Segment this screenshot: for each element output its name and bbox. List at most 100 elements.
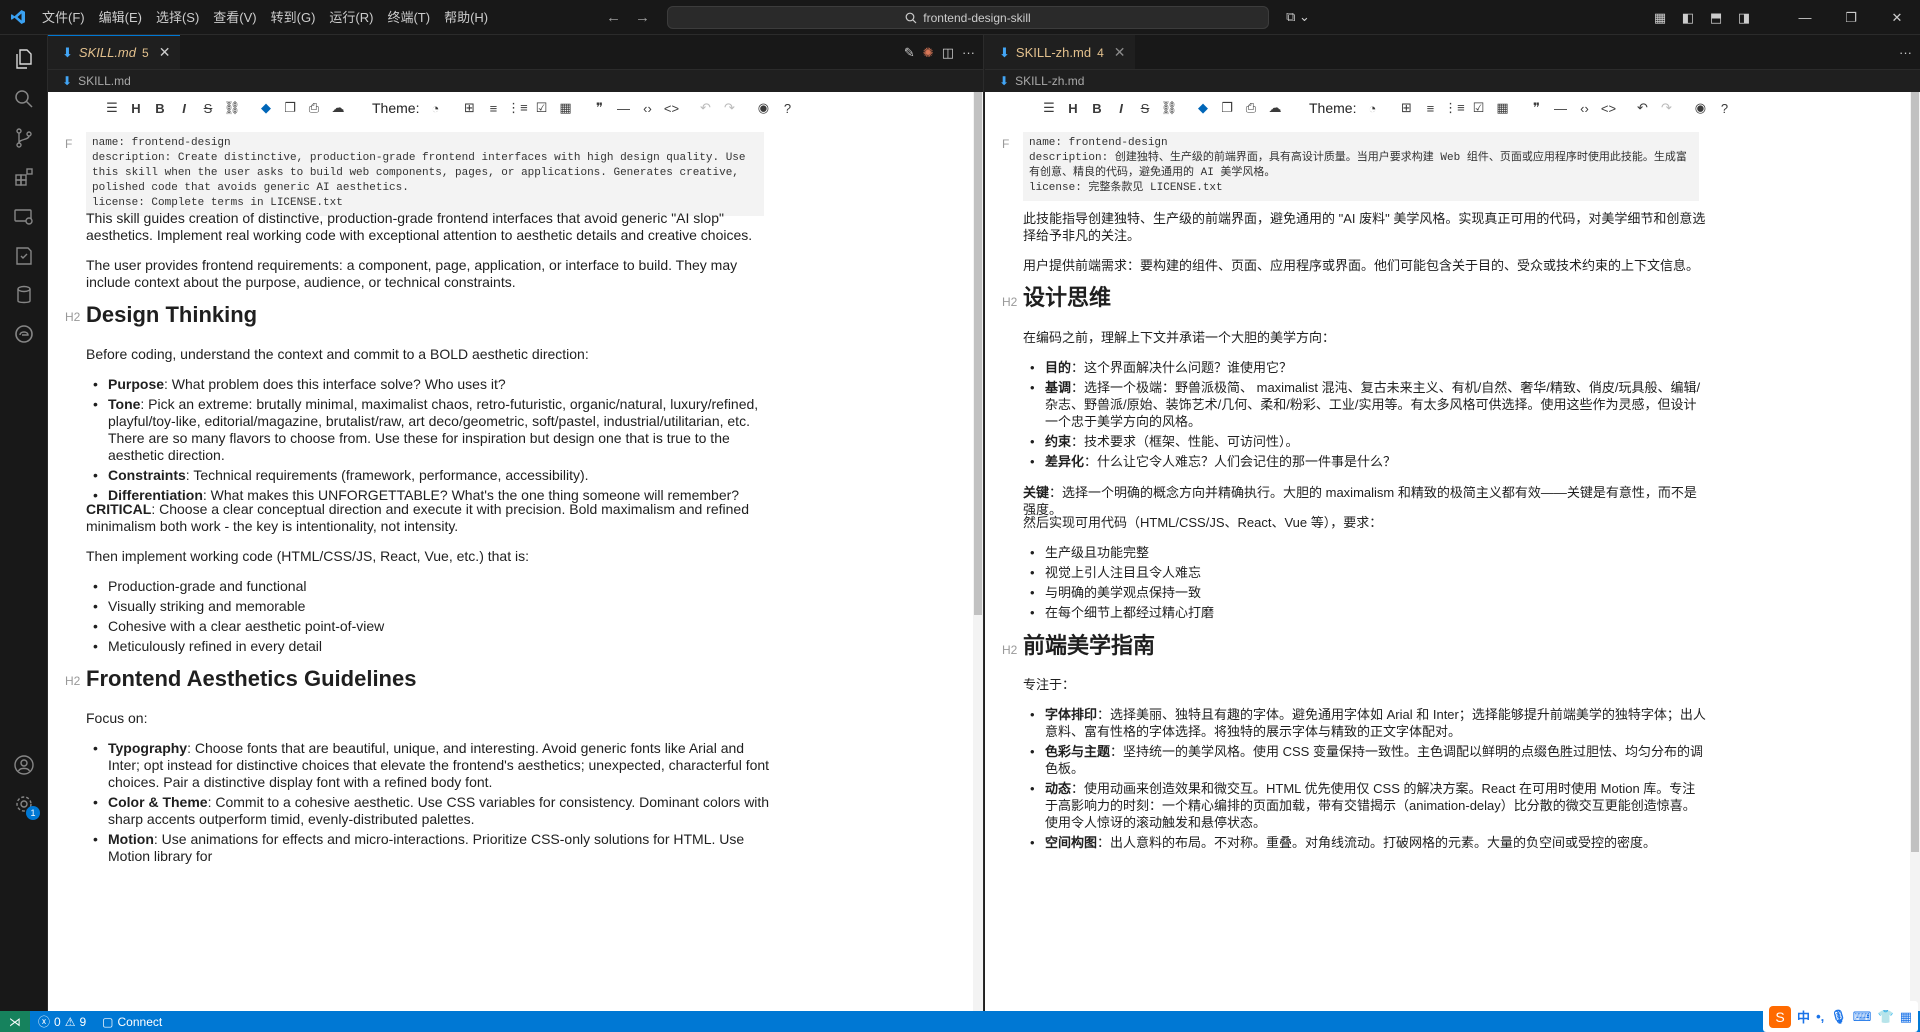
- toolbox-icon[interactable]: ▦: [1900, 1009, 1912, 1025]
- markdown-editor-left[interactable]: ☰ H B I S ⛓ ◆ ❐ ⎙ ☁ Theme: ◔ ⊞ ≡ ⋮≡ ☑ ▦ …: [48, 92, 973, 1011]
- problems-indicator[interactable]: ⓧ 0 ⚠ 9: [30, 1013, 94, 1030]
- manage-gear-icon[interactable]: 1: [0, 780, 48, 828]
- link-icon[interactable]: ⛓: [1157, 96, 1181, 120]
- inline-code-icon[interactable]: ‹›: [635, 96, 659, 120]
- quote-icon[interactable]: ❞: [587, 96, 611, 120]
- breadcrumb-file[interactable]: SKILL-zh.md: [1015, 74, 1084, 88]
- export-icon[interactable]: ⎙: [302, 96, 326, 120]
- inline-code-icon[interactable]: ‹›: [1572, 96, 1596, 120]
- bullet-list-icon[interactable]: ≡: [1418, 96, 1442, 120]
- punctuation-icon[interactable]: •,: [1816, 1009, 1824, 1024]
- strikethrough-icon[interactable]: S: [1133, 96, 1157, 120]
- help-icon[interactable]: ?: [775, 96, 799, 120]
- redo-icon[interactable]: ↷: [717, 96, 741, 120]
- upload-icon[interactable]: ☁: [1263, 96, 1287, 120]
- frontmatter-block[interactable]: name: frontend-design description: 创建独特、…: [1023, 132, 1699, 201]
- menu-selection[interactable]: 选择(S): [149, 0, 206, 35]
- checkbox-icon[interactable]: ☑: [1466, 96, 1490, 120]
- command-center[interactable]: frontend-design-skill: [667, 6, 1269, 29]
- keyboard-icon[interactable]: ⌨: [1853, 1009, 1872, 1025]
- forward-arrow-icon[interactable]: →: [635, 9, 650, 26]
- align-icon[interactable]: ☰: [1037, 96, 1061, 120]
- menu-edit[interactable]: 编辑(E): [92, 0, 149, 35]
- undo-icon[interactable]: ↶: [1630, 96, 1654, 120]
- breadcrumb-file[interactable]: SKILL.md: [78, 74, 131, 88]
- strikethrough-icon[interactable]: S: [196, 96, 220, 120]
- remote-indicator-icon[interactable]: ⋊: [0, 1011, 30, 1032]
- redo-icon[interactable]: ↷: [1654, 96, 1678, 120]
- italic-icon[interactable]: I: [172, 96, 196, 120]
- preview-eye-icon[interactable]: ◉: [1688, 96, 1712, 120]
- insert-file-icon[interactable]: ⊞: [1394, 96, 1418, 120]
- scrollbar-thumb[interactable]: [974, 92, 982, 615]
- table-icon[interactable]: ▦: [553, 96, 577, 120]
- claude-icon[interactable]: ✺: [923, 45, 934, 61]
- heading-icon[interactable]: H: [1061, 96, 1085, 120]
- menu-help[interactable]: 帮助(H): [437, 0, 495, 35]
- tab-skill-md[interactable]: ⬇ SKILL.md 5 ✕: [48, 35, 181, 69]
- copilot-icon[interactable]: ⧉ ⌄: [1278, 0, 1318, 35]
- minimize-icon[interactable]: —: [1782, 0, 1828, 35]
- split-editor-icon[interactable]: ◫: [942, 45, 954, 61]
- numbered-list-icon[interactable]: ⋮≡: [505, 96, 529, 120]
- preview-eye-icon[interactable]: ◉: [751, 96, 775, 120]
- toggle-panel-icon[interactable]: ⬒: [1702, 0, 1730, 35]
- close-window-icon[interactable]: ✕: [1874, 0, 1920, 35]
- toggle-secondary-sidebar-icon[interactable]: ◨: [1730, 0, 1758, 35]
- close-icon[interactable]: ✕: [1114, 44, 1126, 61]
- undo-icon[interactable]: ↶: [693, 96, 717, 120]
- numbered-list-icon[interactable]: ⋮≡: [1442, 96, 1466, 120]
- menu-go[interactable]: 转到(G): [264, 0, 323, 35]
- quote-icon[interactable]: ❞: [1524, 96, 1548, 120]
- menu-file[interactable]: 文件(F): [35, 0, 92, 35]
- customize-layout-icon[interactable]: ▦: [1646, 0, 1674, 35]
- bold-icon[interactable]: B: [148, 96, 172, 120]
- horizontal-rule-icon[interactable]: —: [1548, 96, 1572, 120]
- scrollbar-left[interactable]: [973, 92, 983, 1011]
- italic-icon[interactable]: I: [1109, 96, 1133, 120]
- help-icon[interactable]: ?: [1712, 96, 1736, 120]
- table-icon[interactable]: ▦: [1490, 96, 1514, 120]
- scrollbar-thumb[interactable]: [1911, 92, 1919, 852]
- code-block-icon[interactable]: <>: [1596, 96, 1620, 120]
- copy-icon[interactable]: ❐: [1215, 96, 1239, 120]
- microphone-icon[interactable]: 🎙: [1830, 1009, 1847, 1025]
- tab-skill-zh-md[interactable]: ⬇ SKILL-zh.md 4 ✕: [985, 35, 1136, 69]
- markdown-editor-right[interactable]: ☰ H B I S ⛓ ◆ ❐ ⎙ ☁ Theme: ◔ ⊞ ≡ ⋮≡ ☑ ▦ …: [985, 92, 1910, 1011]
- menu-run[interactable]: 运行(R): [322, 0, 380, 35]
- edge-icon[interactable]: [0, 310, 48, 358]
- horizontal-rule-icon[interactable]: —: [611, 96, 635, 120]
- vscode-icon[interactable]: ◆: [254, 96, 278, 120]
- more-actions-icon[interactable]: ···: [962, 45, 975, 60]
- export-icon[interactable]: ⎙: [1239, 96, 1263, 120]
- bold-icon[interactable]: B: [1085, 96, 1109, 120]
- insert-file-icon[interactable]: ⊞: [457, 96, 481, 120]
- align-icon[interactable]: ☰: [100, 96, 124, 120]
- sogou-logo-icon[interactable]: S: [1769, 1005, 1792, 1028]
- connect-button[interactable]: ▢ Connect: [94, 1015, 170, 1029]
- more-actions-icon[interactable]: ···: [1899, 45, 1912, 60]
- copy-icon[interactable]: ❐: [278, 96, 302, 120]
- list-item: 色彩与主题：坚持统一的美学风格。使用 CSS 变量保持一致性。主色调配以鲜明的点…: [1023, 743, 1707, 777]
- skin-icon[interactable]: 👕: [1878, 1009, 1894, 1025]
- vscode-icon[interactable]: ◆: [1191, 96, 1215, 120]
- link-icon[interactable]: ⛓: [220, 96, 244, 120]
- restore-icon[interactable]: ❐: [1828, 0, 1874, 35]
- theme-palette-icon[interactable]: ◔: [423, 96, 447, 120]
- toggle-primary-sidebar-icon[interactable]: ◧: [1674, 0, 1702, 35]
- upload-icon[interactable]: ☁: [326, 96, 350, 120]
- frontmatter-block[interactable]: name: frontend-design description: Creat…: [86, 132, 764, 216]
- edit-pencil-icon[interactable]: ✎: [904, 45, 915, 61]
- bullet-list-icon[interactable]: ≡: [481, 96, 505, 120]
- heading-icon[interactable]: H: [124, 96, 148, 120]
- ime-language[interactable]: 中: [1797, 1007, 1810, 1026]
- code-block-icon[interactable]: <>: [659, 96, 683, 120]
- command-center-text: frontend-design-skill: [923, 10, 1031, 25]
- checkbox-icon[interactable]: ☑: [529, 96, 553, 120]
- menu-terminal[interactable]: 终端(T): [380, 0, 437, 35]
- menu-view[interactable]: 查看(V): [206, 0, 263, 35]
- close-icon[interactable]: ✕: [159, 44, 171, 61]
- scrollbar-right[interactable]: [1910, 92, 1920, 1011]
- theme-palette-icon[interactable]: ◔: [1360, 96, 1384, 120]
- back-arrow-icon[interactable]: ←: [606, 9, 621, 26]
